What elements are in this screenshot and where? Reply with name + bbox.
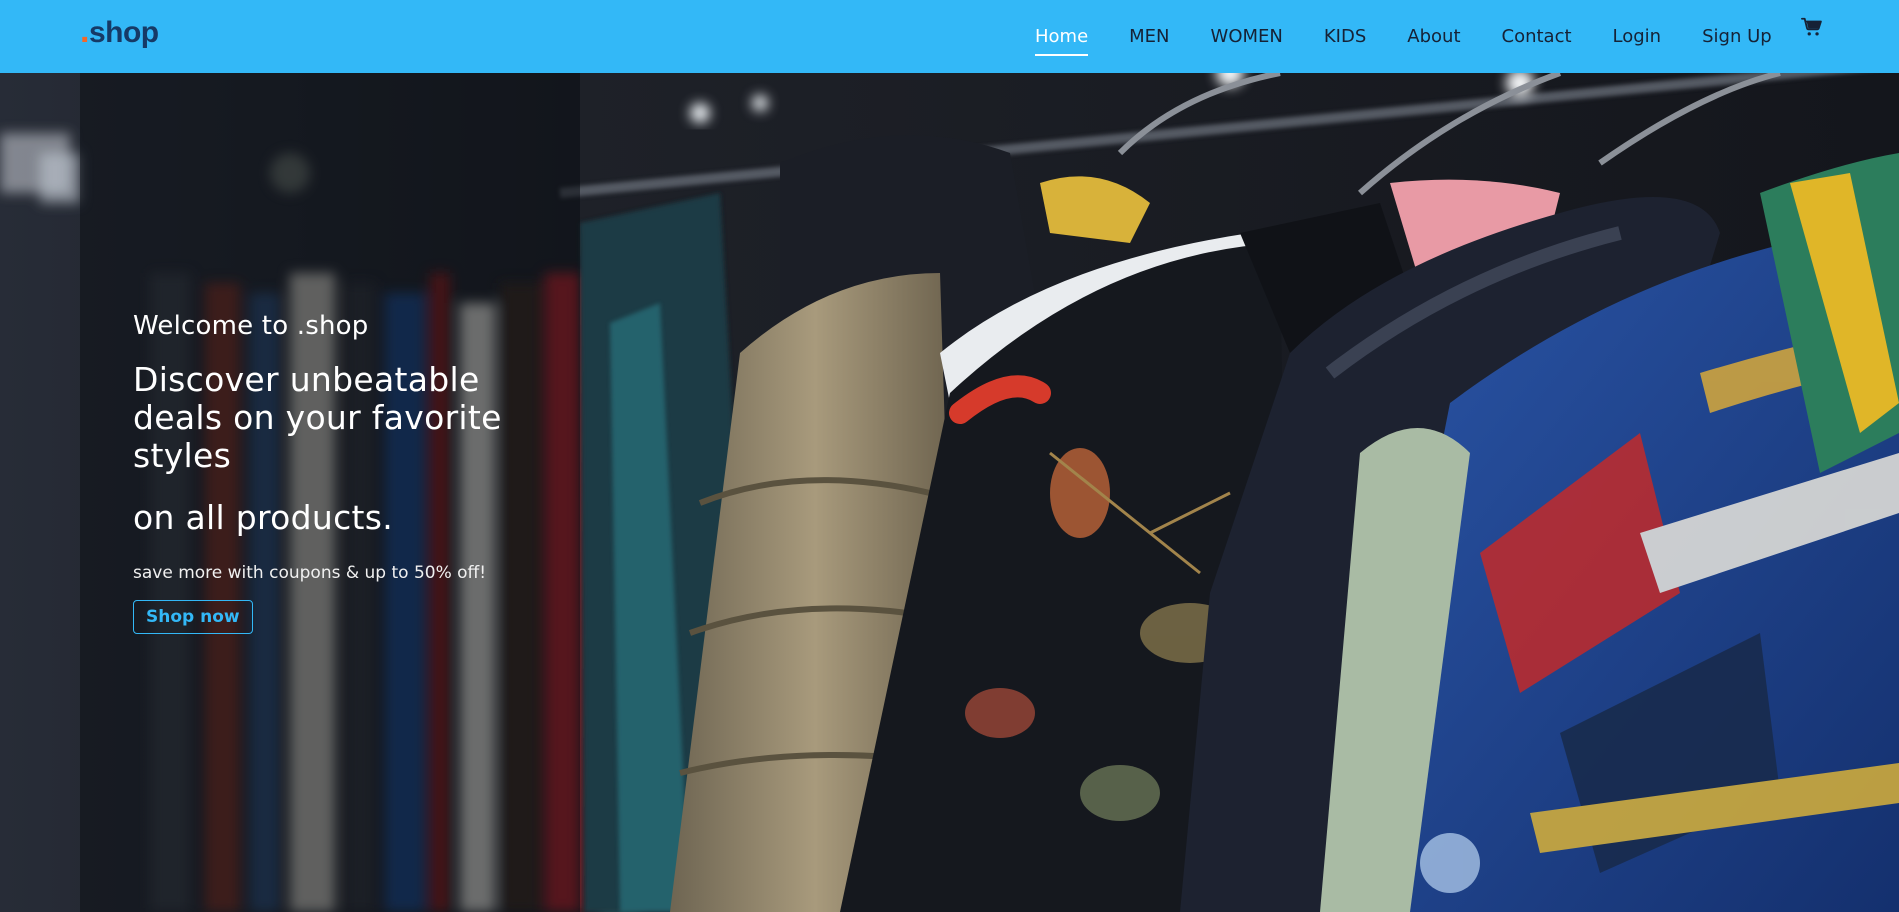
cart-icon[interactable] [1801,16,1823,38]
brand-logo[interactable]: . shop [80,14,159,50]
nav-item-about[interactable]: About [1407,26,1460,47]
hero-section: Welcome to .shop Discover unbeatable dea… [0,73,1899,912]
nav-item-men[interactable]: MEN [1129,26,1169,47]
hero-welcome: Welcome to .shop [133,311,369,341]
nav-item-signup[interactable]: Sign Up [1702,26,1772,47]
hero-headline: Discover unbeatable deals on your favori… [133,360,502,475]
hero-content: Welcome to .shop Discover unbeatable dea… [133,311,553,634]
nav-item-women[interactable]: WOMEN [1211,26,1283,47]
nav-item-login[interactable]: Login [1613,26,1662,47]
logo-text: shop [88,16,159,49]
shop-now-button[interactable]: Shop now [133,600,253,634]
hero-headline-line2: on all products. [133,498,394,537]
hero-edge-shade [0,73,80,912]
hero-subtext: save more with coupons & up to 50% off! [133,563,487,583]
nav-item-contact[interactable]: Contact [1502,26,1572,47]
nav-item-home[interactable]: Home [1035,26,1089,56]
nav-item-kids[interactable]: KIDS [1324,26,1366,47]
main-nav: Home MEN WOMEN KIDS About Contact Login … [1035,0,1813,73]
top-navbar: . shop Home MEN WOMEN KIDS About Contact… [0,0,1899,73]
